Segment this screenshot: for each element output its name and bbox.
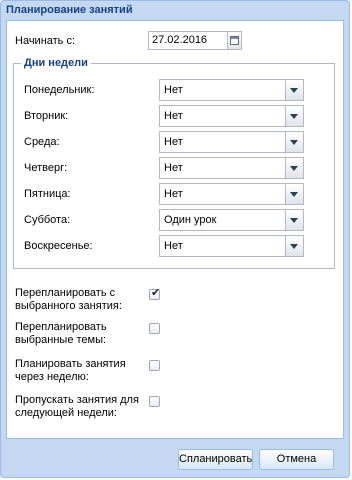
option-every-other-week-label: Планировать занятия через неделю: (15, 358, 126, 384)
reschedule-topics-checkbox[interactable] (149, 323, 160, 334)
option-skip-next-week-label: Пропускать занятия для следующей недели: (15, 394, 139, 420)
every-other-week-checkbox[interactable] (149, 360, 160, 371)
day-select-sunday[interactable]: Нет (159, 235, 304, 257)
chevron-down-icon (290, 244, 298, 249)
calendar-icon (230, 36, 239, 45)
option-label-line: Перепланировать (15, 321, 107, 333)
dialog-title: Планирование занятий (6, 4, 133, 16)
skip-next-week-checkbox[interactable] (149, 396, 160, 407)
option-reschedule-topics-label: Перепланировать выбранные темы: (15, 321, 107, 347)
day-value-monday[interactable]: Нет (159, 79, 286, 101)
chevron-down-icon (290, 114, 298, 119)
day-label-thursday: Четверг: (24, 162, 68, 174)
day-label-saturday: Суббота: (24, 214, 71, 226)
day-select-wednesday[interactable]: Нет (159, 131, 304, 153)
chevron-down-icon (290, 166, 298, 171)
day-select-friday[interactable]: Нет (159, 183, 304, 205)
day-value-thursday[interactable]: Нет (159, 157, 286, 179)
day-select-saturday[interactable]: Один урок (159, 209, 304, 231)
dropdown-button[interactable] (286, 209, 304, 231)
day-label-friday: Пятница: (24, 188, 71, 200)
day-value-sunday[interactable]: Нет (159, 235, 286, 257)
day-label-monday: Понедельник: (24, 84, 95, 96)
option-label-line: через неделю: (15, 371, 89, 383)
dropdown-button[interactable] (286, 131, 304, 153)
day-label-sunday: Воскресенье: (24, 240, 93, 252)
day-value-tuesday[interactable]: Нет (159, 105, 286, 127)
day-select-monday[interactable]: Нет (159, 79, 304, 101)
day-value-wednesday[interactable]: Нет (159, 131, 286, 153)
chevron-down-icon (290, 192, 298, 197)
option-label-line: выбранные темы: (15, 334, 107, 346)
cancel-button[interactable]: Отмена (259, 449, 334, 470)
day-select-thursday[interactable]: Нет (159, 157, 304, 179)
day-select-tuesday[interactable]: Нет (159, 105, 304, 127)
start-date-label: Начинать с: (15, 35, 76, 47)
chevron-down-icon (290, 140, 298, 145)
option-label-line: Перепланировать с (15, 287, 116, 299)
day-value-saturday[interactable]: Один урок (159, 209, 286, 231)
day-value-friday[interactable]: Нет (159, 183, 286, 205)
option-label-line: Пропускать занятия для (15, 394, 139, 406)
plan-button[interactable]: Спланировать (178, 449, 253, 470)
option-label-line: Планировать занятия (15, 358, 126, 370)
option-reschedule-from-selected-label: Перепланировать с выбранного занятия: (15, 287, 122, 313)
dropdown-button[interactable] (286, 183, 304, 205)
dropdown-button[interactable] (286, 79, 304, 101)
chevron-down-icon (290, 88, 298, 93)
dropdown-button[interactable] (286, 235, 304, 257)
chevron-down-icon (290, 218, 298, 223)
start-date-input[interactable]: 27.02.2016 (148, 31, 228, 50)
calendar-button[interactable] (228, 31, 242, 50)
dropdown-button[interactable] (286, 157, 304, 179)
days-legend: Дни недели (21, 57, 91, 69)
option-label-line: выбранного занятия: (15, 300, 122, 312)
day-label-tuesday: Вторник: (24, 110, 69, 122)
dropdown-button[interactable] (286, 105, 304, 127)
reschedule-from-selected-checkbox[interactable]: ✔ (149, 287, 161, 300)
day-label-wednesday: Среда: (24, 136, 60, 148)
start-date-field: 27.02.2016 (148, 31, 242, 50)
checkmark-icon: ✔ (151, 287, 161, 299)
option-label-line: следующей недели: (15, 407, 117, 419)
